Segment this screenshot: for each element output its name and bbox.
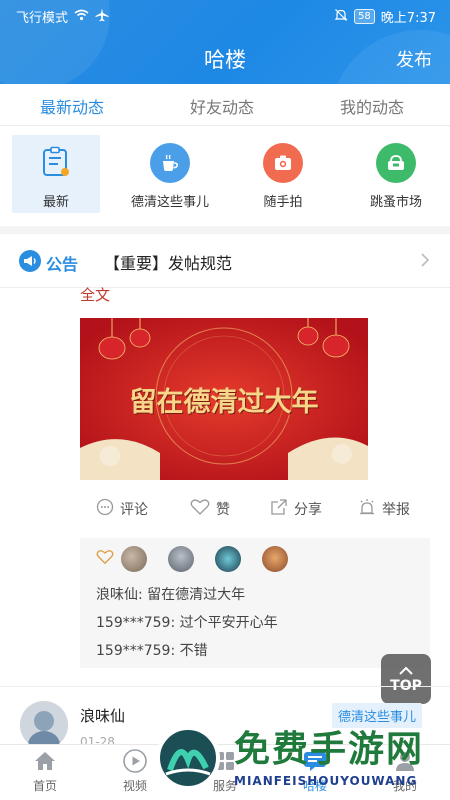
announcement-tag: 公告 bbox=[18, 249, 78, 277]
comment-text: 不错 bbox=[179, 643, 208, 659]
nav-home[interactable]: 首页 bbox=[15, 748, 75, 794]
report-label: 举报 bbox=[382, 502, 410, 518]
image-caption: 留在德清过大年 bbox=[129, 387, 319, 418]
share-label: 分享 bbox=[294, 502, 322, 518]
likes-comments-box: 浪味仙: 留在德清过大年 159***759: 过个平安开心年 159***75… bbox=[80, 538, 430, 668]
play-icon bbox=[122, 748, 148, 774]
watermark-logo bbox=[156, 726, 220, 790]
airplane-mode-label: 飞行模式 bbox=[16, 11, 69, 26]
comment-user[interactable]: 159***759 bbox=[96, 615, 170, 631]
avatar[interactable] bbox=[20, 701, 68, 749]
category-label: 随手拍 bbox=[263, 195, 303, 210]
announcement-tag-label: 公告 bbox=[46, 255, 79, 274]
comment-item[interactable]: 159***759: 不错 bbox=[96, 640, 208, 660]
avatar[interactable] bbox=[215, 546, 241, 572]
comment-item[interactable]: 浪味仙: 留在德清过大年 bbox=[96, 584, 245, 604]
watermark: 免费手游网 MIANFEISHOUYOUWANG bbox=[150, 712, 450, 800]
coffee-cup-icon bbox=[150, 143, 190, 183]
heart-icon bbox=[190, 498, 210, 520]
alarm-icon bbox=[358, 498, 376, 520]
comment-text: 过个平安开心年 bbox=[179, 615, 278, 631]
avatar[interactable] bbox=[262, 546, 288, 572]
title-bar: 哈楼 发布 bbox=[0, 40, 450, 76]
tab-bar: 最新动态 好友动态 我的动态 bbox=[0, 84, 450, 126]
publish-button[interactable]: 发布 bbox=[396, 46, 432, 72]
clock: 晚上7:37 bbox=[380, 11, 436, 26]
category-label: 德清这些事儿 bbox=[130, 195, 209, 210]
category-latest[interactable]: 最新 bbox=[12, 135, 100, 213]
category-deqing-stories[interactable]: 德清这些事儿 bbox=[126, 135, 214, 213]
comment-separator: : bbox=[170, 643, 180, 659]
category-label: 跳蚤市场 bbox=[369, 195, 422, 210]
like-button[interactable]: 赞 bbox=[190, 498, 230, 520]
comment-label: 评论 bbox=[120, 502, 148, 518]
note-icon bbox=[36, 143, 76, 183]
post-actions: 评论 赞 分享 举报 bbox=[80, 494, 430, 524]
wifi-icon bbox=[74, 9, 89, 25]
comment-user[interactable]: 159***759 bbox=[96, 643, 170, 659]
full-text-link[interactable]: 全文 bbox=[80, 284, 110, 305]
comment-item[interactable]: 159***759: 过个平安开心年 bbox=[96, 612, 278, 632]
comment-icon bbox=[96, 498, 114, 520]
post-author[interactable]: 浪味仙 bbox=[80, 705, 125, 726]
watermark-text: 免费手游网 bbox=[234, 729, 425, 770]
mute-icon bbox=[334, 8, 348, 26]
avatar[interactable] bbox=[121, 546, 147, 572]
home-icon bbox=[32, 748, 58, 774]
page-title: 哈楼 bbox=[204, 48, 246, 72]
camera-icon bbox=[263, 143, 303, 183]
category-flea-market[interactable]: 跳蚤市场 bbox=[352, 135, 440, 213]
tab-friends[interactable]: 好友动态 bbox=[190, 94, 254, 118]
megaphone-icon bbox=[18, 249, 42, 277]
comment-separator: : bbox=[170, 615, 180, 631]
tab-mine[interactable]: 我的动态 bbox=[340, 94, 404, 118]
report-button[interactable]: 举报 bbox=[358, 498, 410, 520]
airplane-icon bbox=[95, 8, 109, 26]
nav-label: 首页 bbox=[32, 779, 57, 793]
watermark-site: MIANFEISHOUYOUWANG bbox=[234, 774, 418, 788]
chevron-right-icon bbox=[420, 252, 430, 272]
announcement-text: 【重要】发帖规范 bbox=[104, 254, 233, 273]
app-header: 飞行模式 58 晚上7:37 哈楼 发布 bbox=[0, 0, 450, 84]
share-button[interactable]: 分享 bbox=[270, 498, 322, 520]
announcement-bar[interactable]: 公告 【重要】发帖规范 bbox=[0, 226, 450, 288]
likers-row bbox=[96, 546, 288, 572]
avatar[interactable] bbox=[168, 546, 194, 572]
like-label: 赞 bbox=[216, 502, 230, 518]
share-icon bbox=[270, 498, 288, 520]
tab-latest[interactable]: 最新动态 bbox=[40, 94, 104, 118]
battery-indicator: 58 bbox=[354, 9, 375, 24]
category-snapshot[interactable]: 随手拍 bbox=[239, 135, 327, 213]
heart-icon bbox=[96, 549, 114, 569]
comment-user[interactable]: 浪味仙 bbox=[96, 587, 138, 603]
comment-text: 留在德清过大年 bbox=[147, 587, 246, 603]
comment-button[interactable]: 评论 bbox=[96, 498, 148, 520]
category-label: 最新 bbox=[42, 195, 69, 210]
comment-separator: : bbox=[138, 587, 148, 603]
category-menu: 最新 德清这些事儿 随手拍 跳蚤市场 bbox=[0, 132, 450, 218]
post-image[interactable]: 留在德清过大年 bbox=[80, 318, 368, 480]
basket-icon bbox=[376, 143, 416, 183]
status-bar: 飞行模式 58 晚上7:37 bbox=[0, 0, 450, 32]
